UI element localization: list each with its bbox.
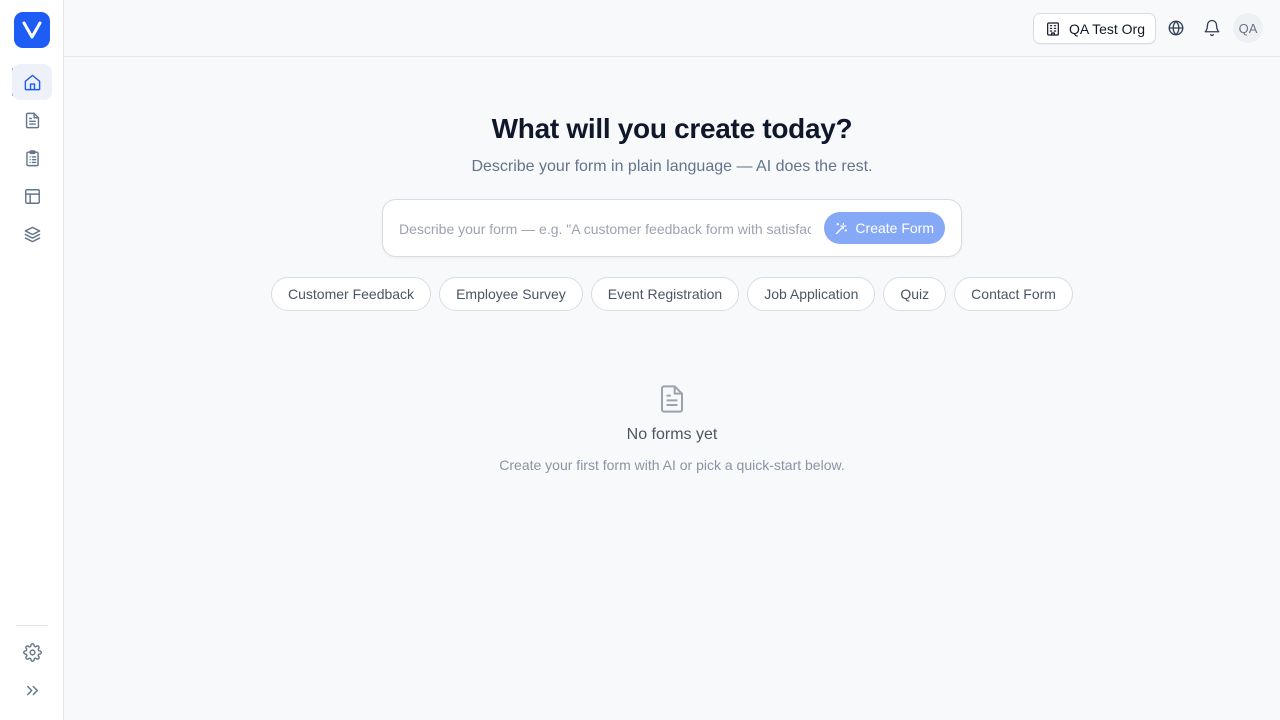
sidebar-item-integrations[interactable] [12, 216, 52, 252]
empty-state-subtitle: Create your first form with AI or pick a… [499, 457, 845, 473]
org-switcher-button[interactable]: QA Test Org [1033, 13, 1156, 44]
logo-v-icon [22, 21, 42, 39]
create-form-button[interactable]: Create Form [824, 212, 945, 244]
create-form-label: Create Form [855, 220, 934, 236]
layout-icon [24, 188, 40, 204]
sidebar [0, 0, 64, 720]
sidebar-item-settings[interactable] [12, 634, 52, 670]
quick-start-event-registration[interactable]: Event Registration [590, 277, 740, 311]
empty-state-icon [656, 383, 688, 415]
sidebar-item-templates[interactable] [12, 178, 52, 214]
globe-icon [1168, 20, 1184, 36]
building-icon [1047, 21, 1059, 36]
empty-state-title: No forms yet [626, 426, 718, 443]
document-icon [661, 385, 683, 413]
quick-start-quiz[interactable]: Quiz [883, 277, 947, 311]
sidebar-item-submissions[interactable] [12, 140, 52, 176]
sidebar-item-forms[interactable] [12, 102, 52, 138]
quick-start-employee-survey[interactable]: Employee Survey [439, 277, 583, 311]
quick-start-job-application[interactable]: Job Application [747, 277, 876, 311]
home-icon [24, 74, 40, 90]
org-name: QA Test Org [1069, 20, 1145, 37]
top-header: QA Test Org QA [64, 0, 1280, 57]
chevrons-right-icon [26, 685, 38, 695]
app-logo[interactable] [14, 12, 50, 48]
gear-icon [22, 642, 42, 662]
notifications-button[interactable] [1201, 17, 1223, 39]
bell-icon [1204, 19, 1220, 37]
page-title: What will you create today? [491, 113, 853, 144]
page-subtitle: Describe your form in plain language — A… [471, 158, 873, 175]
sidebar-expand-button[interactable] [12, 672, 52, 708]
document-icon [25, 112, 39, 128]
quick-start-customer-feedback[interactable]: Customer Feedback [271, 277, 432, 311]
language-button[interactable] [1165, 17, 1187, 39]
quick-start-contact-form[interactable]: Contact Form [954, 277, 1073, 311]
form-description-input[interactable] [399, 218, 811, 240]
magic-wand-icon [836, 222, 848, 234]
quick-start-chips: Customer Feedback Employee Survey Event … [64, 277, 1280, 311]
sidebar-divider [16, 625, 48, 626]
sidebar-item-home[interactable] [12, 64, 52, 100]
layers-icon [24, 226, 40, 242]
user-avatar[interactable]: QA [1233, 13, 1263, 43]
clipboard-list-icon [25, 149, 39, 166]
ai-prompt-box: Create Form [382, 199, 962, 257]
